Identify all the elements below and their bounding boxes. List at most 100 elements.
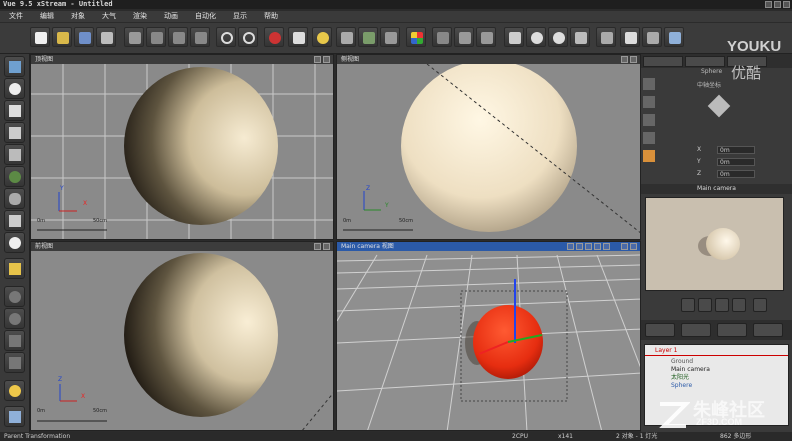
metablob-tool[interactable] — [4, 308, 25, 329]
pan-button[interactable] — [681, 298, 695, 312]
graph-button[interactable] — [432, 27, 452, 47]
paste-button[interactable] — [190, 27, 210, 47]
link-tool[interactable] — [4, 352, 25, 373]
tab-library[interactable] — [717, 323, 747, 337]
orbit-button[interactable] — [698, 298, 712, 312]
prop-icon-1[interactable] — [643, 78, 655, 90]
open-file-button[interactable] — [52, 27, 72, 47]
tab-brush[interactable] — [643, 56, 683, 67]
tab-materials[interactable] — [681, 323, 711, 337]
viewport-top[interactable]: 顶视图 X Y 0m 50cm — [30, 54, 334, 240]
light-tool[interactable] — [4, 380, 25, 401]
viewport-camera-ctl-5[interactable] — [603, 243, 610, 250]
prop-icon-2[interactable] — [643, 96, 655, 108]
tree-item-ground[interactable]: Ground — [671, 358, 693, 366]
ecosystem-button[interactable] — [380, 27, 400, 47]
viewport-camera-ctl-1[interactable] — [567, 243, 574, 250]
zoom-in-button[interactable] — [526, 27, 546, 47]
layout-button[interactable] — [596, 27, 616, 47]
menu-display[interactable]: 显示 — [224, 11, 255, 22]
terrain-plane-tool[interactable] — [4, 56, 25, 77]
viewport-front-maximize-icon[interactable] — [323, 243, 330, 250]
plant-tool[interactable] — [4, 210, 25, 231]
spline-button[interactable] — [476, 27, 496, 47]
terrain-tool[interactable] — [4, 144, 25, 165]
cloud-tool[interactable] — [4, 232, 25, 253]
cube-view-button[interactable] — [664, 27, 684, 47]
camera-tool[interactable] — [4, 406, 25, 427]
window-button[interactable] — [642, 27, 662, 47]
menu-help[interactable]: 帮助 — [255, 11, 286, 22]
atmosphere-button[interactable] — [312, 27, 332, 47]
save-button[interactable] — [74, 27, 94, 47]
bars-button[interactable] — [454, 27, 474, 47]
color-balls-button[interactable] — [406, 27, 426, 47]
render-button[interactable] — [264, 27, 284, 47]
orientation-gizmo[interactable] — [697, 90, 741, 130]
close-button[interactable] — [783, 1, 790, 8]
sphere-front[interactable] — [124, 253, 278, 417]
prop-icon-4[interactable] — [643, 132, 655, 144]
viewport-side[interactable]: 侧视图 Z Y 0m 50cm — [336, 54, 641, 240]
prop-icon-3[interactable] — [643, 114, 655, 126]
object-box-button[interactable] — [336, 27, 356, 47]
field-x-input[interactable]: 0m — [717, 146, 755, 154]
undo-button[interactable] — [216, 27, 236, 47]
redo-button[interactable] — [238, 27, 258, 47]
viewport-camera-ctl-2[interactable] — [576, 243, 583, 250]
tab-links[interactable] — [753, 323, 783, 337]
tree-item-sun[interactable]: 太阳光 — [671, 374, 689, 382]
check-icon-button[interactable] — [124, 27, 144, 47]
copy-button[interactable] — [146, 27, 166, 47]
material-button[interactable] — [358, 27, 378, 47]
menu-automation[interactable]: 自动化 — [186, 11, 224, 22]
cube-import-tool[interactable] — [4, 258, 25, 279]
camera-selector[interactable]: Main camera — [641, 184, 792, 194]
sphere-tool[interactable] — [4, 78, 25, 99]
mountain-tool[interactable] — [4, 122, 25, 143]
prop-icon-5[interactable] — [643, 150, 655, 162]
sphere-top[interactable] — [124, 67, 278, 225]
field-z-input[interactable]: 0m — [717, 170, 755, 178]
tree-item-sphere[interactable]: Sphere — [671, 382, 692, 390]
tree-item-main-camera[interactable]: Main camera — [671, 366, 710, 374]
select-arrow-button[interactable] — [288, 27, 308, 47]
viewport-camera[interactable]: Main camera 视图 — [336, 241, 641, 431]
new-file-button[interactable] — [30, 27, 50, 47]
viewport-front[interactable]: 前视图 Z X 0m 50cm — [30, 241, 334, 431]
viewport-camera-ctl-4[interactable] — [594, 243, 601, 250]
zoom-box-button[interactable] — [504, 27, 524, 47]
tab-material[interactable] — [685, 56, 725, 67]
menu-render[interactable]: 渲染 — [124, 11, 155, 22]
menu-edit[interactable]: 编辑 — [31, 11, 62, 22]
viewport-side-menu-icon[interactable] — [621, 56, 628, 63]
fit-view-button[interactable] — [570, 27, 590, 47]
viewport-front-menu-icon[interactable] — [314, 243, 321, 250]
field-y-input[interactable]: 0m — [717, 158, 755, 166]
group-tool[interactable] — [4, 330, 25, 351]
maximize-button[interactable] — [774, 1, 781, 8]
duplicate-button[interactable] — [168, 27, 188, 47]
store-camera-button[interactable] — [753, 298, 767, 312]
viewport-side-maximize-icon[interactable] — [630, 56, 637, 63]
sphere-side[interactable] — [401, 64, 577, 232]
viewport-camera-menu-icon[interactable] — [621, 243, 628, 250]
menu-animation[interactable]: 动画 — [155, 11, 186, 22]
viewport-top-maximize-icon[interactable] — [323, 56, 330, 63]
roll-button[interactable] — [732, 298, 746, 312]
menu-atmosphere[interactable]: 大气 — [93, 11, 124, 22]
minimize-button[interactable] — [765, 1, 772, 8]
cylinder-tool[interactable] — [4, 100, 25, 121]
tree-tool[interactable] — [4, 166, 25, 187]
film-button[interactable] — [620, 27, 640, 47]
rock-tool[interactable] — [4, 188, 25, 209]
tab-objects[interactable] — [645, 323, 675, 337]
viewport-camera-maximize-icon[interactable] — [630, 243, 637, 250]
menu-file[interactable]: 文件 — [0, 11, 31, 22]
menu-object[interactable]: 对象 — [62, 11, 93, 22]
layer-row[interactable]: Layer 1 — [645, 347, 788, 356]
print-button[interactable] — [96, 27, 116, 47]
zoom-camera-button[interactable] — [715, 298, 729, 312]
viewport-top-menu-icon[interactable] — [314, 56, 321, 63]
zoom-out-button[interactable] — [548, 27, 568, 47]
